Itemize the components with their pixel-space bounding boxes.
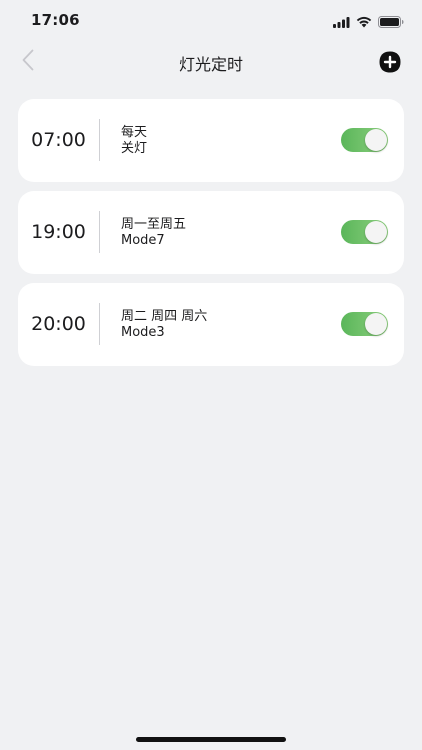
timer-toggle[interactable] — [341, 128, 388, 152]
timer-toggle[interactable] — [341, 220, 388, 244]
divider — [99, 119, 100, 161]
timer-card[interactable]: 20:00 周二 周四 周六 Mode3 — [18, 283, 404, 366]
timer-card[interactable]: 07:00 每天 关灯 — [18, 99, 404, 182]
wifi-icon — [356, 13, 372, 32]
timer-info: 每天 关灯 — [121, 125, 147, 157]
timer-days: 周二 周四 周六 — [121, 309, 208, 324]
timer-time: 20:00 — [31, 313, 86, 335]
timer-info: 周一至周五 Mode7 — [121, 217, 186, 249]
toggle-knob — [365, 313, 387, 335]
toggle-knob — [365, 129, 387, 151]
cellular-signal-icon — [333, 13, 350, 32]
timer-list: 07:00 每天 关灯 19:00 周一至周五 Mode7 20:00 周二 周… — [18, 99, 404, 375]
status-bar: 17:06 — [0, 0, 422, 40]
plus-circle-icon — [378, 51, 402, 78]
toggle-knob — [365, 221, 387, 243]
divider — [99, 211, 100, 253]
status-icons — [333, 13, 404, 32]
timer-action: Mode3 — [121, 325, 165, 340]
divider — [99, 303, 100, 345]
nav-bar: 灯光定时 — [0, 40, 422, 84]
battery-icon — [378, 13, 404, 32]
timer-time: 07:00 — [31, 129, 86, 151]
timer-toggle[interactable] — [341, 312, 388, 336]
timer-action: 关灯 — [121, 141, 148, 156]
home-indicator — [136, 737, 286, 742]
timer-days: 每天 — [121, 125, 148, 140]
timer-action: Mode7 — [121, 233, 165, 248]
timer-time: 19:00 — [31, 221, 86, 243]
page-title: 灯光定时 — [178, 55, 243, 74]
add-timer-button[interactable] — [378, 50, 402, 74]
status-time: 17:06 — [31, 11, 80, 29]
timer-info: 周二 周四 周六 Mode3 — [121, 309, 207, 341]
timer-days: 周一至周五 — [121, 217, 187, 232]
timer-card[interactable]: 19:00 周一至周五 Mode7 — [18, 191, 404, 274]
